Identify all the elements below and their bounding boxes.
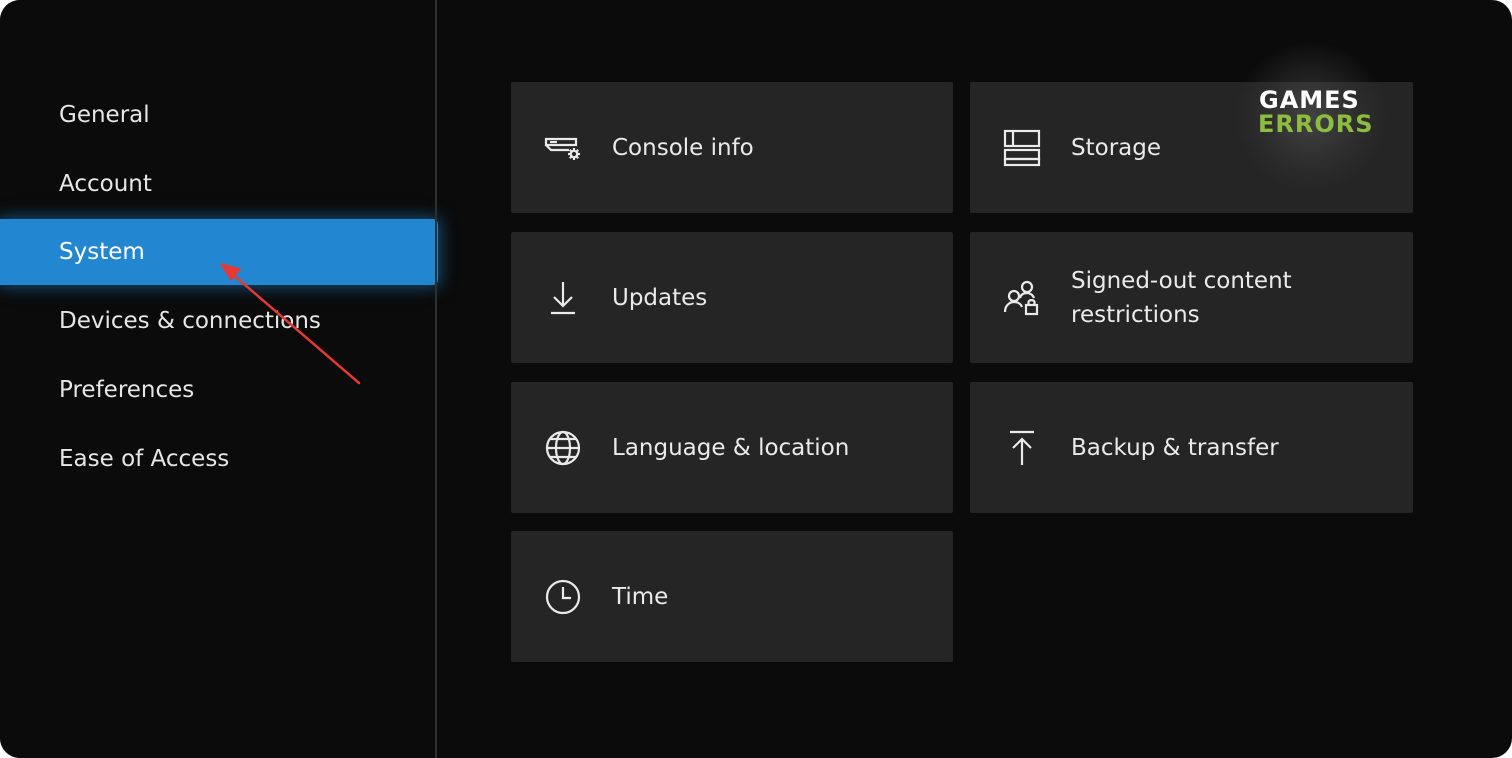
tile-time[interactable]: Time xyxy=(511,531,953,662)
tile-label: Language & location xyxy=(612,434,850,461)
clock-icon xyxy=(543,577,583,617)
sidebar-divider xyxy=(435,0,437,758)
tile-label: Console info xyxy=(612,134,754,161)
tile-updates[interactable]: Updates xyxy=(511,232,953,363)
upload-arrow-icon xyxy=(1002,428,1042,468)
tile-console-info[interactable]: Console info xyxy=(511,82,953,213)
settings-screen: General Account System Devices & connect… xyxy=(0,0,1512,758)
watermark-logo-errors: ERRORS xyxy=(1258,110,1374,138)
sidebar-item-devices-connections[interactable]: Devices & connections xyxy=(0,288,438,354)
console-info-icon xyxy=(543,128,583,168)
sidebar: General Account System Devices & connect… xyxy=(0,0,438,758)
sidebar-item-account[interactable]: Account xyxy=(0,151,438,217)
people-lock-icon xyxy=(1002,278,1042,318)
tile-label: Updates xyxy=(612,284,708,311)
sidebar-item-preferences[interactable]: Preferences xyxy=(0,357,438,423)
tile-label: Time xyxy=(612,583,669,610)
download-arrow-icon xyxy=(543,278,583,318)
tile-label: Backup & transfer xyxy=(1071,434,1279,461)
tile-signed-out-content-restrictions[interactable]: Signed-out content restrictions xyxy=(970,232,1413,363)
tile-backup-transfer[interactable]: Backup & transfer xyxy=(970,382,1413,513)
sidebar-item-system[interactable]: System xyxy=(0,219,438,285)
tile-label: Signed-out content restrictions xyxy=(1071,267,1292,328)
sidebar-item-ease-of-access[interactable]: Ease of Access xyxy=(0,426,438,492)
storage-icon xyxy=(1002,128,1042,168)
tile-language-location[interactable]: Language & location xyxy=(511,382,953,513)
globe-icon xyxy=(543,428,583,468)
sidebar-item-general[interactable]: General xyxy=(0,82,438,148)
